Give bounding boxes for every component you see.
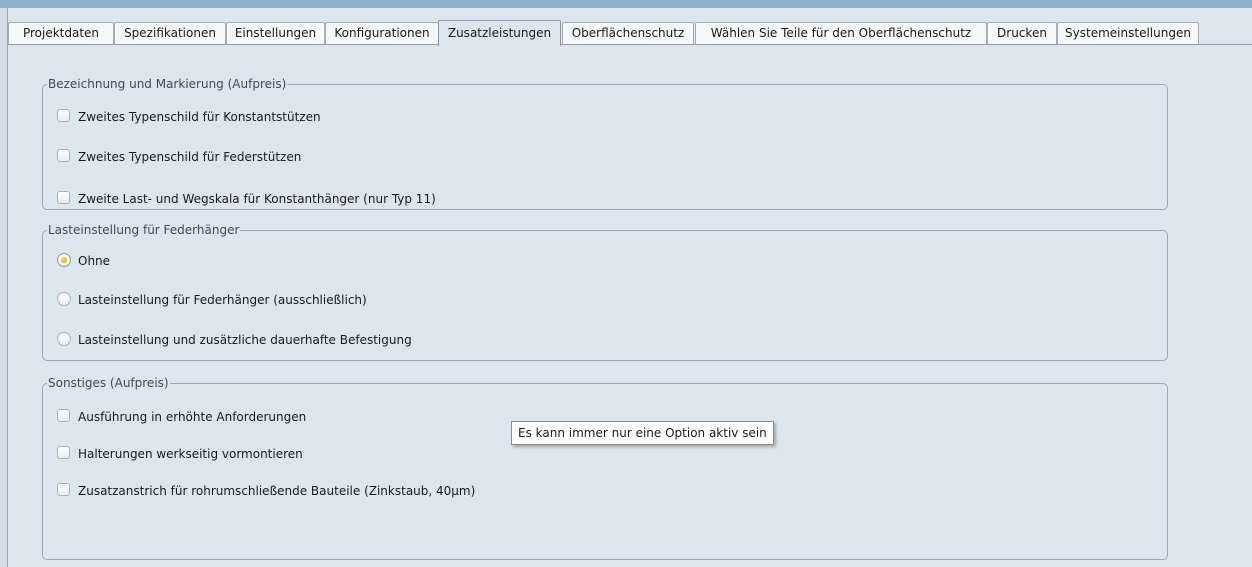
tab-projektdaten[interactable]: Projektdaten xyxy=(8,22,114,44)
tab-oberflaechenschutz[interactable]: Oberflächenschutz xyxy=(562,22,694,44)
option-label: Zusatzanstrich für rohrumschließende Bau… xyxy=(78,484,476,498)
tooltip: Es kann immer nur eine Option aktiv sein xyxy=(511,421,774,445)
load-setting-group: Lasteinstellung für Federhänger Ohne Las… xyxy=(42,223,1168,361)
option-label: Zweites Typenschild für Federstützen xyxy=(78,150,302,164)
load-setting-group-title: Lasteinstellung für Federhänger xyxy=(48,223,240,237)
option-label: Lasteinstellung für Federhänger (ausschl… xyxy=(78,293,367,307)
misc-group: Sonstiges (Aufpreis) Ausführung in erhöh… xyxy=(42,376,1168,560)
option-label: Lasteinstellung und zusätzliche dauerhaf… xyxy=(78,333,412,347)
radio-button-selected[interactable] xyxy=(57,253,71,267)
option-label: Ohne xyxy=(78,254,111,268)
marking-group-title: Bezeichnung und Markierung (Aufpreis) xyxy=(48,77,287,91)
tab-systemeinstellungen[interactable]: Systemeinstellungen xyxy=(1057,22,1199,44)
misc-group-title: Sonstiges (Aufpreis) xyxy=(48,376,169,390)
checkbox[interactable] xyxy=(57,109,70,122)
radio-button[interactable] xyxy=(57,292,71,306)
tab-einstellungen[interactable]: Einstellungen xyxy=(226,22,325,44)
tab-teile-oberflaechenschutz[interactable]: Wählen Sie Teile für den Oberflächenschu… xyxy=(695,22,987,44)
option-label: Zweites Typenschild für Konstantstützen xyxy=(78,110,321,124)
checkbox[interactable] xyxy=(57,191,70,204)
window-title-strip xyxy=(0,0,1252,8)
radio-button[interactable] xyxy=(57,332,71,346)
checkbox[interactable] xyxy=(57,409,70,422)
tab-zusatzleistungen[interactable]: Zusatzleistungen xyxy=(438,20,561,46)
checkbox[interactable] xyxy=(57,483,70,496)
option-label: Ausführung in erhöhte Anforderungen xyxy=(78,410,307,424)
tab-konfigurationen[interactable]: Konfigurationen xyxy=(325,22,439,44)
option-label: Zweite Last- und Wegskala für Konstanthä… xyxy=(78,192,436,206)
tab-content-panel: Bezeichnung und Markierung (Aufpreis) Zw… xyxy=(8,45,1252,567)
tab-bar: Projektdaten Spezifikationen Einstellung… xyxy=(8,20,1252,46)
checkbox[interactable] xyxy=(57,149,70,162)
checkbox[interactable] xyxy=(57,446,70,459)
option-label: Halterungen werkseitig vormontieren xyxy=(78,447,303,461)
marking-group: Bezeichnung und Markierung (Aufpreis) Zw… xyxy=(42,77,1168,210)
tab-drucken[interactable]: Drucken xyxy=(987,22,1057,44)
window-left-border xyxy=(0,8,8,567)
tab-spezifikationen[interactable]: Spezifikationen xyxy=(114,22,226,44)
